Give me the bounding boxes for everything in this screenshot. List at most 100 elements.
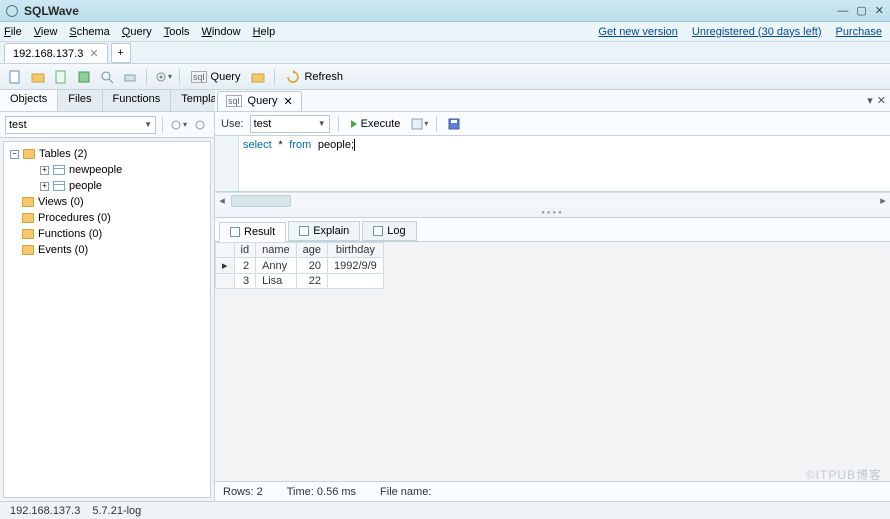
col-id[interactable]: id	[234, 243, 256, 258]
grid-row[interactable]: ▸ 2 Anny 20 1992/9/9	[216, 258, 384, 274]
use-database-value: test	[254, 118, 272, 130]
cell-id[interactable]: 3	[234, 274, 256, 289]
cell-name[interactable]: Anny	[256, 258, 297, 274]
execute-button[interactable]: Execute	[347, 116, 405, 132]
tree-node-functions[interactable]: Functions (0)	[6, 226, 208, 242]
close-pane-icon[interactable]: ✕	[877, 94, 886, 107]
database-select[interactable]: test ▼	[5, 116, 156, 134]
menu-window[interactable]: Window	[201, 26, 240, 38]
link-unregistered[interactable]: Unregistered (30 days left)	[692, 26, 822, 38]
table-icon	[53, 165, 65, 175]
gear-button[interactable]: ▾	[154, 68, 172, 86]
col-rowhead[interactable]	[216, 243, 235, 258]
app-title: SQLWave	[24, 4, 79, 18]
grid-header-row: id name age birthday	[216, 243, 384, 258]
connection-tab-label: 192.168.137.3	[13, 48, 83, 60]
expand-icon[interactable]: +	[40, 182, 49, 191]
app-icon	[6, 5, 18, 17]
status-filename: File name:	[380, 486, 431, 498]
tree-node-views[interactable]: Views (0)	[6, 194, 208, 210]
query-tab[interactable]: sql Query ✕	[217, 91, 302, 111]
splitter[interactable]: ●●●●	[215, 208, 890, 218]
expand-icon[interactable]: +	[40, 166, 49, 175]
grid-row[interactable]: 3 Lisa 22	[216, 274, 384, 289]
chevron-down-icon: ▼	[318, 119, 326, 128]
folder-icon	[22, 213, 34, 223]
close-icon[interactable]: ✕	[89, 47, 98, 60]
result-tab-log[interactable]: Log	[362, 221, 416, 241]
tree-node-table-people[interactable]: +people	[6, 178, 208, 194]
cell-age[interactable]: 22	[296, 274, 327, 289]
db-refresh-button[interactable]: ▾	[169, 116, 187, 134]
add-connection-button[interactable]: +	[111, 43, 131, 63]
query-tab-label: Query	[248, 95, 278, 107]
folder-icon	[22, 245, 34, 255]
save-button[interactable]	[75, 68, 93, 86]
plus-icon: +	[117, 47, 123, 59]
close-button[interactable]: ✕	[875, 4, 884, 17]
minimize-button[interactable]: —	[837, 5, 848, 17]
object-tree[interactable]: −Tables (2) +newpeople +people Views (0)…	[3, 141, 211, 498]
menu-help[interactable]: Help	[253, 26, 276, 38]
result-tab-result[interactable]: Result	[219, 222, 286, 242]
find-button[interactable]	[98, 68, 116, 86]
tree-node-events[interactable]: Events (0)	[6, 242, 208, 258]
query-button[interactable]: sql Query	[187, 69, 244, 85]
open-button[interactable]	[29, 68, 47, 86]
menu-file[interactable]: File	[4, 26, 22, 38]
result-statusbar: Rows: 2 Time: 0.56 ms File name:	[215, 481, 890, 501]
folder-button[interactable]	[249, 68, 267, 86]
cell-name[interactable]: Lisa	[256, 274, 297, 289]
tree-node-table-newpeople[interactable]: +newpeople	[6, 162, 208, 178]
use-database-select[interactable]: test ▼	[250, 115, 330, 133]
cell-age[interactable]: 20	[296, 258, 327, 274]
use-label: Use:	[221, 118, 244, 130]
cell-id[interactable]: 2	[234, 258, 256, 274]
new-query-button[interactable]	[52, 68, 70, 86]
refresh-button[interactable]: Refresh	[282, 68, 347, 86]
execute-label: Execute	[361, 118, 401, 130]
sidebar-tabs: Objects Files Functions Templates	[0, 90, 214, 112]
scroll-thumb[interactable]	[231, 195, 291, 207]
folder-icon	[23, 149, 35, 159]
cell-birthday[interactable]	[327, 274, 383, 289]
print-button[interactable]	[121, 68, 139, 86]
execute-options-button[interactable]: ▾	[410, 115, 428, 133]
maximize-button[interactable]: ▢	[856, 4, 866, 17]
sidebar-tab-files[interactable]: Files	[58, 90, 102, 111]
new-file-button[interactable]	[6, 68, 24, 86]
result-grid-wrap[interactable]: id name age birthday ▸ 2 Anny 20 1992/9/…	[215, 242, 890, 481]
sql-editor[interactable]: select * from people;	[215, 136, 890, 192]
close-icon[interactable]: ✕	[283, 95, 292, 108]
link-purchase[interactable]: Purchase	[836, 26, 882, 38]
tree-node-tables[interactable]: −Tables (2)	[6, 146, 208, 162]
col-age[interactable]: age	[296, 243, 327, 258]
save-query-button[interactable]	[445, 115, 463, 133]
tree-node-procedures[interactable]: Procedures (0)	[6, 210, 208, 226]
scroll-left-icon[interactable]: ◂	[215, 194, 229, 207]
sidebar-tab-functions[interactable]: Functions	[103, 90, 172, 111]
status-rows: Rows: 2	[223, 486, 263, 498]
sql-code: select * from people;	[243, 138, 355, 151]
row-marker: ▸	[216, 258, 235, 274]
menu-query[interactable]: Query	[122, 26, 152, 38]
dropdown-icon[interactable]: ▾	[867, 94, 873, 107]
link-new-version[interactable]: Get new version	[598, 26, 677, 38]
menu-schema[interactable]: Schema	[69, 26, 109, 38]
collapse-icon[interactable]: −	[10, 150, 19, 159]
connection-tab[interactable]: 192.168.137.3 ✕	[4, 43, 108, 63]
sidebar: Objects Files Functions Templates test ▼…	[0, 90, 215, 501]
col-birthday[interactable]: birthday	[327, 243, 383, 258]
table-icon	[53, 181, 65, 191]
grid-icon	[230, 227, 240, 237]
menu-view[interactable]: View	[34, 26, 58, 38]
db-settings-button[interactable]	[191, 116, 209, 134]
result-tabs: Result Explain Log	[215, 218, 890, 242]
scroll-right-icon[interactable]: ▸	[876, 194, 890, 207]
cell-birthday[interactable]: 1992/9/9	[327, 258, 383, 274]
col-name[interactable]: name	[256, 243, 297, 258]
menu-tools[interactable]: Tools	[164, 26, 190, 38]
result-tab-explain[interactable]: Explain	[288, 221, 360, 241]
editor-hscrollbar[interactable]: ◂ ▸	[215, 192, 890, 208]
sidebar-tab-objects[interactable]: Objects	[0, 90, 58, 111]
